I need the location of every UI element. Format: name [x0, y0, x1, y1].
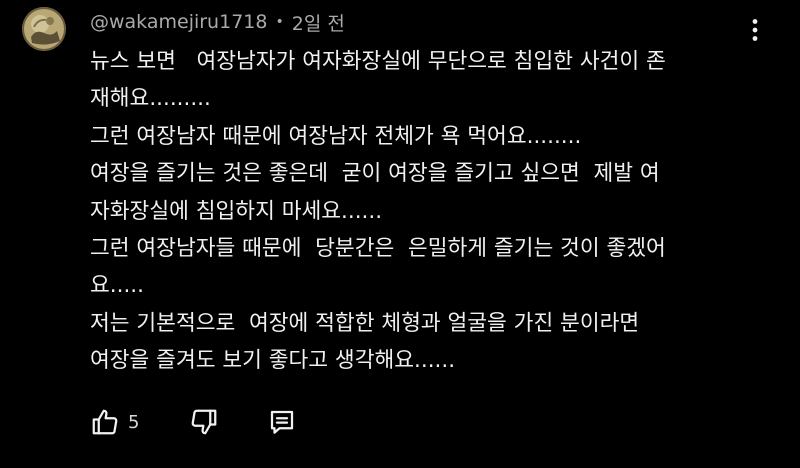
comment-line: 여장을 즐기는 것은 좋은데 굳이 여장을 즐기고 싶으면 제발 여 — [90, 161, 660, 187]
thumbs-down-icon — [192, 409, 217, 435]
comment-timestamp[interactable]: 2일 전 — [292, 9, 345, 36]
comment-line: 저는 기본적으로 여장에 적합한 체형과 얼굴을 가진 분이라면 — [90, 310, 640, 336]
comment-line: 재해요......... — [90, 86, 211, 112]
comment-line: 뉴스 보면 여장남자가 여자화장실에 무단으로 침입한 사건이 존 — [90, 49, 666, 74]
thumbs-up-icon — [92, 409, 118, 435]
comment-line: 요..... — [90, 273, 144, 299]
separator-dot: • — [275, 14, 284, 30]
comment-icon — [271, 410, 294, 434]
more-vertical-icon — [752, 19, 758, 41]
author-handle[interactable]: @wakamejiru1718 — [90, 11, 267, 33]
comment-actions: 5 — [90, 404, 299, 440]
comment-line: 여장을 즐겨도 보기 좋다고 생각해요...... — [90, 348, 456, 374]
comment-line: 그런 여장남자들 때문에 당분간은 은밀하게 즐기는 것이 좋겠어 — [90, 235, 666, 261]
comment-line: 그런 여장남자 때문에 여장남자 전체가 욕 먹어요........ — [90, 123, 582, 149]
like-count: 5 — [128, 411, 140, 433]
comment-line: 자화장실에 침입하지 마세요...... — [90, 198, 383, 224]
like-button[interactable] — [90, 404, 124, 440]
avatar[interactable] — [22, 7, 66, 51]
dislike-button[interactable] — [187, 404, 221, 440]
reply-button[interactable] — [265, 404, 299, 440]
comment-body: 뉴스 보면 여장남자가 여자화장실에 무단으로 침입한 사건이 존 재해요...… — [90, 43, 780, 380]
comment-header: @wakamejiru1718 • 2일 전 — [90, 8, 345, 36]
avatar-image — [22, 7, 66, 51]
